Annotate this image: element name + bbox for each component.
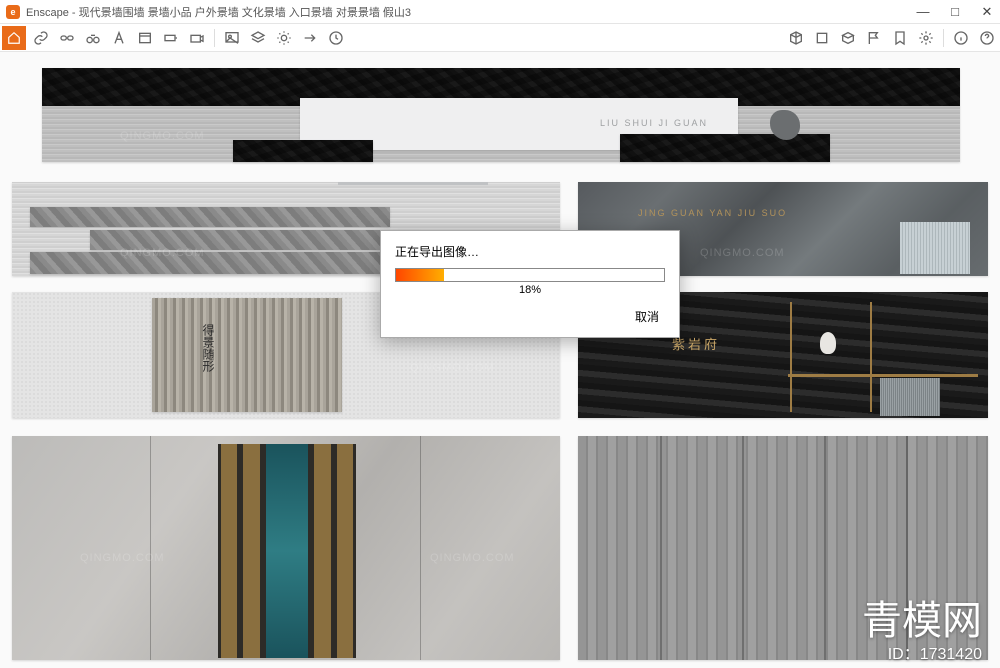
dialog-title: 正在导出图像… bbox=[395, 243, 665, 260]
titlebar: e Enscape - 现代景墙围墙 景墙小品 户外景墙 文化景墙 入口景墙 对… bbox=[0, 0, 1000, 24]
cube-sync-icon bbox=[788, 30, 804, 46]
calligraphy-text: 得景随形 bbox=[200, 324, 217, 372]
chain-button[interactable] bbox=[56, 27, 78, 49]
camera-button[interactable] bbox=[186, 27, 208, 49]
panel-seam-1 bbox=[150, 436, 151, 660]
cancel-button[interactable]: 取消 bbox=[629, 306, 665, 327]
link-button[interactable] bbox=[30, 27, 52, 49]
wall-marble-label: JING GUAN YAN JIU SUO bbox=[638, 208, 787, 218]
arrow-right-icon bbox=[302, 30, 318, 46]
clock-button[interactable] bbox=[325, 27, 347, 49]
progress-fill bbox=[396, 269, 444, 281]
close-button[interactable]: ✕ bbox=[980, 5, 994, 19]
battery-icon bbox=[163, 30, 179, 46]
progress-percent-label: 18% bbox=[395, 284, 665, 296]
progress-bar bbox=[395, 268, 665, 282]
image-export-button[interactable] bbox=[221, 27, 243, 49]
box-icon bbox=[840, 30, 856, 46]
camera-icon bbox=[189, 30, 205, 46]
window-title: Enscape - 现代景墙围墙 景墙小品 户外景墙 文化景墙 入口景墙 对景景… bbox=[26, 4, 916, 20]
toolbar bbox=[0, 24, 1000, 52]
render-viewport[interactable]: LIU SHUI JI GUAN JING GUAN YAN JIU SUO 得… bbox=[0, 52, 1000, 668]
box-button[interactable] bbox=[837, 27, 859, 49]
vase-ornament bbox=[820, 332, 836, 354]
minimize-button[interactable]: — bbox=[916, 5, 930, 19]
clock-icon bbox=[328, 30, 344, 46]
wall-top-label: LIU SHUI JI GUAN bbox=[600, 118, 708, 128]
bronze-slat-frame bbox=[218, 444, 356, 658]
home-icon bbox=[7, 31, 21, 45]
maximize-button[interactable]: □ bbox=[948, 5, 962, 19]
bookmark-button[interactable] bbox=[889, 27, 911, 49]
bronze-pole-2 bbox=[870, 302, 872, 412]
panel-button[interactable] bbox=[134, 27, 156, 49]
bronze-pole-1 bbox=[790, 302, 792, 412]
waterfall-1 bbox=[900, 222, 970, 274]
bronze-shelf bbox=[788, 374, 978, 377]
chain-icon bbox=[59, 30, 75, 46]
gear-button[interactable] bbox=[915, 27, 937, 49]
window-controls: — □ ✕ bbox=[916, 5, 994, 19]
toolbar-separator bbox=[943, 29, 944, 47]
brand-id: ID：1731420 bbox=[888, 640, 982, 664]
image-export-icon bbox=[224, 30, 240, 46]
waterfall-2 bbox=[880, 378, 940, 416]
toolbar-separator bbox=[214, 29, 215, 47]
wall-striped-insert bbox=[152, 298, 342, 412]
export-progress-dialog: 正在导出图像… 18% 取消 bbox=[380, 230, 680, 338]
terrace-step-2 bbox=[90, 230, 420, 250]
a-text-icon bbox=[111, 30, 127, 46]
wall-rock-ledge-l bbox=[233, 140, 373, 162]
rock-sculpture bbox=[770, 110, 800, 140]
layers-button[interactable] bbox=[247, 27, 269, 49]
flag-icon bbox=[866, 30, 882, 46]
arrow-button[interactable] bbox=[299, 27, 321, 49]
link-icon bbox=[33, 30, 49, 46]
granite-seam-1 bbox=[660, 436, 662, 660]
panel-seam-2 bbox=[420, 436, 421, 660]
terrace-rail bbox=[338, 182, 488, 185]
flag-button[interactable] bbox=[863, 27, 885, 49]
help-button[interactable] bbox=[976, 27, 998, 49]
bookmark-icon bbox=[892, 30, 908, 46]
brand-id-value: 1731420 bbox=[920, 646, 982, 663]
sun-button[interactable] bbox=[273, 27, 295, 49]
layers-icon bbox=[250, 30, 266, 46]
app-logo-icon: e bbox=[6, 5, 20, 19]
text-button[interactable] bbox=[108, 27, 130, 49]
binoculars-button[interactable] bbox=[82, 27, 104, 49]
cube-button[interactable] bbox=[811, 27, 833, 49]
sun-icon bbox=[276, 30, 292, 46]
info-icon bbox=[953, 30, 969, 46]
brand-name: 青模网 bbox=[862, 588, 982, 646]
granite-seam-3 bbox=[824, 436, 826, 660]
granite-seam-2 bbox=[742, 436, 744, 660]
info-button[interactable] bbox=[950, 27, 972, 49]
binoculars-icon bbox=[85, 30, 101, 46]
terrace-step-1 bbox=[30, 207, 390, 227]
help-icon bbox=[979, 30, 995, 46]
home-button[interactable] bbox=[2, 26, 26, 50]
battery-button[interactable] bbox=[160, 27, 182, 49]
gear-icon bbox=[918, 30, 934, 46]
brand-id-prefix: ID： bbox=[888, 646, 920, 663]
cube-sync-button[interactable] bbox=[785, 27, 807, 49]
cube-icon bbox=[814, 30, 830, 46]
wall-rock-ledge-r bbox=[620, 134, 830, 162]
panel-icon bbox=[137, 30, 153, 46]
